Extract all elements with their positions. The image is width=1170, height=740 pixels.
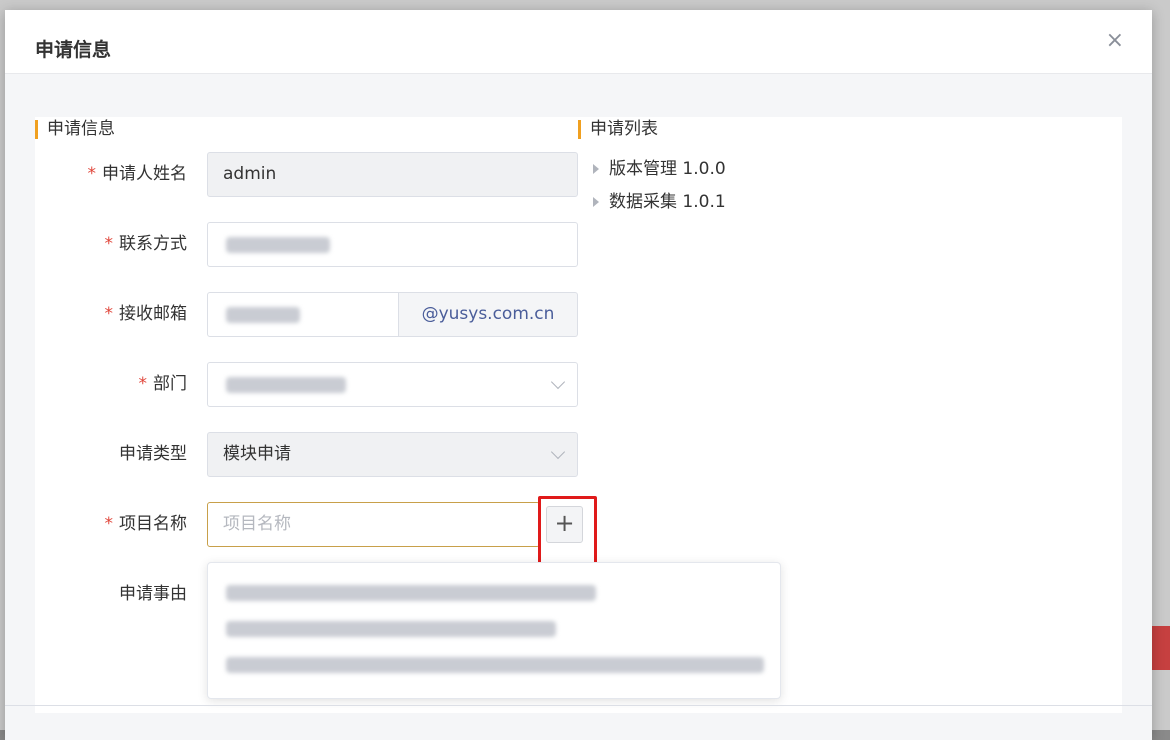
dropdown-option[interactable] (226, 583, 606, 603)
dialog-footer-divider (5, 705, 1152, 706)
redacted-value (226, 307, 300, 323)
required-mark: * (138, 374, 148, 394)
apply-type-select: 模块申请 (207, 432, 578, 477)
required-mark: * (104, 304, 114, 324)
chevron-down-icon (550, 444, 566, 460)
dialog-title: 申请信息 (35, 39, 112, 61)
applicant-name-input: admin (207, 152, 578, 197)
list-item-version-management[interactable]: 版本管理 1.0.0 (591, 158, 726, 180)
required-mark: * (87, 164, 97, 184)
department-select[interactable] (207, 362, 578, 407)
close-icon[interactable]: × (1106, 30, 1124, 52)
form-section-title: 申请信息 (35, 119, 115, 139)
redacted-value (226, 237, 330, 253)
project-name-input[interactable]: 项目名称 (207, 502, 540, 547)
dialog-body: 申请信息 申请列表 * 申请人姓名 admin * 联系方式 * 接收邮箱 @yusy… (35, 117, 1122, 713)
highlight-box (538, 496, 597, 565)
department-label: * 部门 (138, 374, 188, 394)
chevron-down-icon (550, 374, 566, 390)
background-button (1152, 626, 1170, 670)
dialog-header: 申请信息 × (5, 10, 1152, 74)
required-mark: * (104, 514, 114, 534)
project-dropdown (207, 562, 781, 699)
email-input[interactable] (207, 292, 399, 337)
list-section-title: 申请列表 (578, 119, 658, 139)
apply-dialog: 申请信息 × 申请信息 申请列表 * 申请人姓名 admin * 联系方式 * 接收邮… (5, 10, 1152, 740)
list-item-data-collection[interactable]: 数据采集 1.0.1 (591, 191, 726, 213)
redacted-value (226, 377, 346, 393)
applicant-name-label: * 申请人姓名 (87, 164, 188, 184)
contact-label: * 联系方式 (104, 234, 188, 254)
email-label: * 接收邮箱 (104, 304, 188, 324)
required-mark: * (104, 234, 114, 254)
contact-input[interactable] (207, 222, 578, 267)
dropdown-option[interactable] (226, 619, 566, 639)
reason-label: 申请事由 (119, 584, 187, 604)
dropdown-option[interactable] (226, 655, 766, 675)
email-suffix: @yusys.com.cn (399, 292, 578, 337)
apply-type-label: 申请类型 (119, 444, 187, 464)
project-name-label: * 项目名称 (104, 514, 188, 534)
